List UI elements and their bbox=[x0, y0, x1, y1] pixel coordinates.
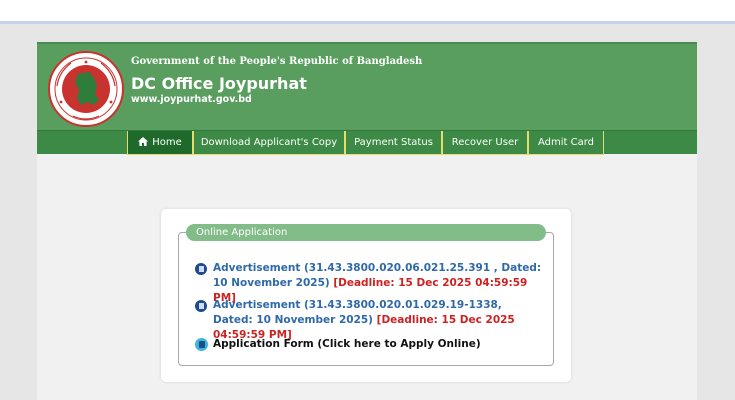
government-title: Government of the People's Republic of B… bbox=[131, 56, 423, 67]
application-form-icon bbox=[195, 338, 208, 351]
online-application-legend: Online Application bbox=[186, 224, 546, 241]
site-header: Government of the People's Republic of B… bbox=[37, 42, 697, 130]
website-url: www.joypurhat.gov.bd bbox=[131, 94, 252, 105]
online-application-card: Online Application Advertisement (31.43.… bbox=[161, 209, 571, 382]
header-top-line bbox=[37, 42, 697, 44]
pdf-document-icon bbox=[195, 263, 207, 275]
main-navbar: Home Download Applicant's Copy Payment S… bbox=[37, 130, 697, 155]
nav-download-applicants-copy[interactable]: Download Applicant's Copy bbox=[193, 131, 345, 155]
bangladesh-government-seal-icon bbox=[48, 51, 124, 127]
pdf-document-icon bbox=[195, 300, 207, 312]
application-form-label: Application Form (Click here to Apply On… bbox=[213, 338, 481, 350]
home-icon bbox=[138, 137, 149, 146]
nav-recover-user[interactable]: Recover User bbox=[442, 131, 528, 155]
nav-home-label: Home bbox=[152, 137, 182, 148]
nav-recover-label: Recover User bbox=[451, 137, 519, 148]
nav-home[interactable]: Home bbox=[127, 131, 193, 155]
browser-top-strip bbox=[0, 0, 735, 22]
nav-download-label: Download Applicant's Copy bbox=[200, 137, 338, 148]
office-title: DC Office Joypurhat bbox=[131, 74, 307, 93]
nav-payment-status[interactable]: Payment Status bbox=[345, 131, 442, 155]
nav-admit-label: Admit Card bbox=[537, 137, 595, 148]
nav-payment-label: Payment Status bbox=[354, 137, 433, 148]
nav-admit-card[interactable]: Admit Card bbox=[528, 131, 604, 155]
main-container: Government of the People's Republic of B… bbox=[37, 42, 697, 400]
